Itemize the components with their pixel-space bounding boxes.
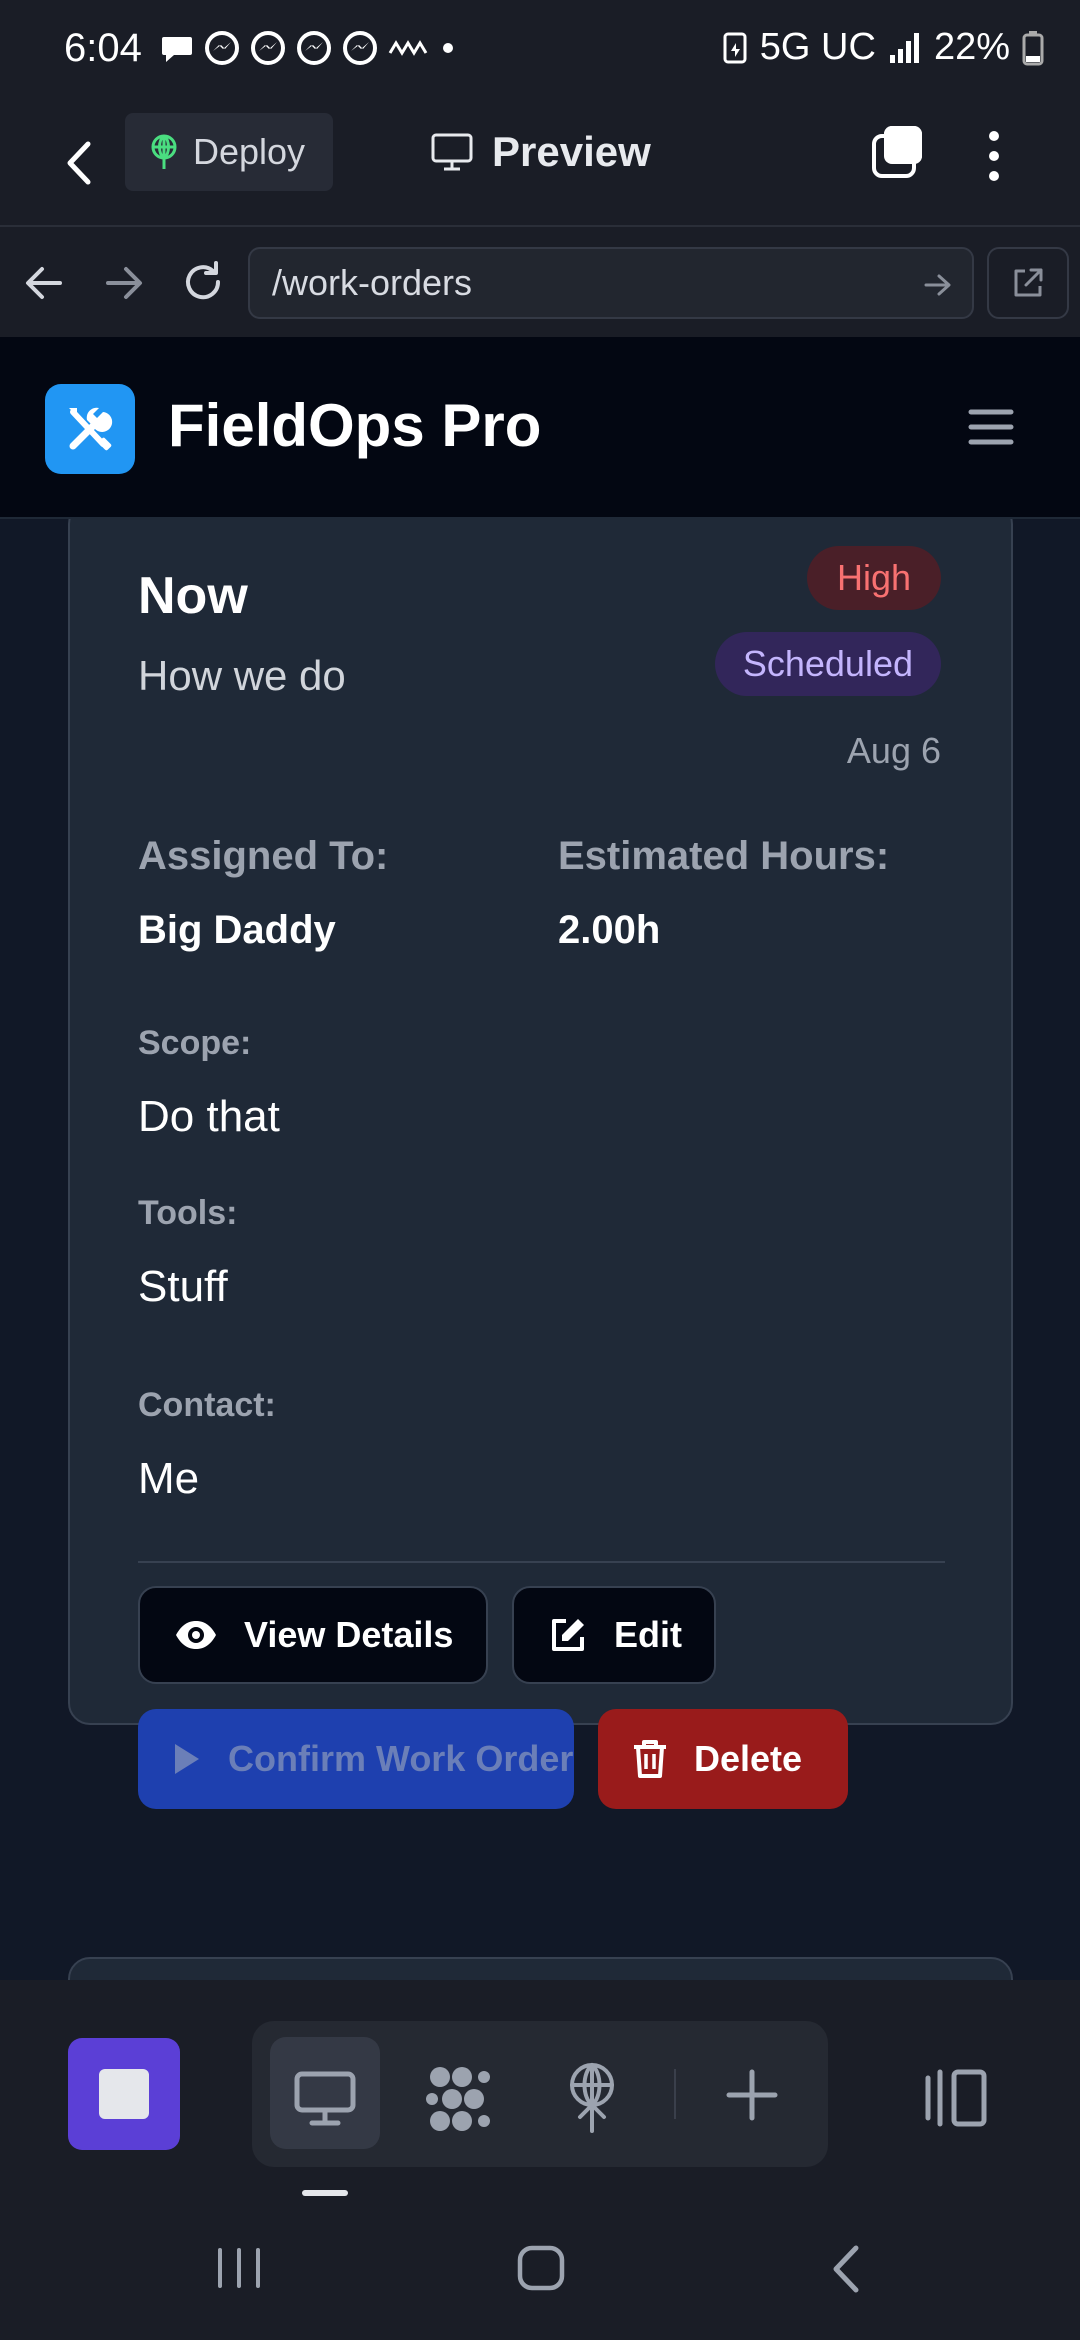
messenger-icon: [205, 31, 239, 65]
assigned-to-value: Big Daddy: [138, 908, 336, 952]
view-details-label: View Details: [244, 1614, 454, 1655]
contact-value: Me: [138, 1454, 200, 1503]
scope-label: Scope:: [138, 1024, 252, 1062]
play-icon: [175, 1744, 199, 1774]
delete-button[interactable]: Delete: [598, 1709, 848, 1809]
scope-value: Do that: [138, 1092, 280, 1141]
messenger-icon: [297, 31, 331, 65]
contact-label: Contact:: [138, 1386, 276, 1424]
battery-saver-icon: [723, 32, 747, 63]
stop-icon: [99, 2069, 149, 2119]
url-text: /work-orders: [272, 262, 473, 303]
edit-icon: [552, 1619, 584, 1651]
tools-icon: [69, 407, 113, 451]
status-time: 6:04: [64, 26, 142, 70]
tools-label: Tools:: [138, 1194, 238, 1232]
work-order-card-next: [68, 1957, 1013, 1980]
open-external-button[interactable]: [987, 247, 1069, 319]
go-arrow-icon[interactable]: [924, 273, 952, 297]
system-back-icon[interactable]: [826, 2244, 866, 2294]
logo: [45, 384, 135, 474]
nav-forward-icon[interactable]: [104, 265, 144, 301]
stop-button[interactable]: [68, 2038, 180, 2150]
estimated-hours-value: 2.00h: [558, 908, 661, 952]
status-bar: 6:04 5G UC 22%: [0, 0, 1080, 100]
webview: Now How we do High Scheduled Aug 6 Assig…: [0, 337, 1080, 1980]
app-bar: Deploy Preview: [0, 100, 1080, 225]
site-header: FieldOps Pro: [0, 337, 1080, 519]
tabs-icon[interactable]: [868, 122, 928, 182]
deploy-button[interactable]: Deploy: [125, 113, 333, 191]
work-order-card: Now How we do High Scheduled Aug 6 Assig…: [68, 502, 1013, 1809]
tools-value: Stuff: [138, 1262, 228, 1311]
url-input[interactable]: /work-orders: [248, 247, 974, 319]
wave-icon: [388, 40, 428, 56]
nav-back-icon[interactable]: [24, 265, 64, 301]
deploy-icon: [151, 134, 177, 169]
back-icon[interactable]: [60, 138, 100, 188]
apps-grid-icon[interactable]: [422, 2063, 494, 2135]
external-link-icon: [1014, 268, 1043, 297]
chat-bubble-icon: [162, 37, 192, 62]
add-icon[interactable]: [726, 2069, 778, 2121]
messenger-icon: [343, 31, 377, 65]
work-order-title: Now: [138, 567, 248, 625]
home-icon[interactable]: [516, 2244, 566, 2292]
messenger-icon: [251, 31, 285, 65]
view-details-button[interactable]: View Details: [138, 1586, 488, 1684]
deploy-label: Deploy: [193, 131, 306, 172]
preview-tab[interactable]: Preview: [430, 128, 651, 176]
more-menu-icon[interactable]: [982, 126, 1006, 186]
battery-percent: 22%: [933, 26, 1010, 68]
work-order-date: Aug 6: [846, 730, 941, 771]
url-bar: /work-orders: [0, 225, 1080, 337]
estimated-hours-label: Estimated Hours:: [558, 834, 890, 878]
monitor-icon: [294, 2071, 356, 2126]
confirm-label: Confirm Work Order: [228, 1738, 574, 1779]
status-badge: Scheduled: [714, 632, 941, 696]
trash-icon: [634, 1740, 666, 1778]
status-right: 5G UC 22%: [722, 26, 1044, 69]
preview-label: Preview: [492, 128, 651, 175]
monitor-icon: [431, 133, 473, 171]
tool-separator: [674, 2069, 676, 2119]
system-nav-bar: [0, 2200, 1080, 2340]
network-type: 5G UC: [759, 26, 876, 68]
edit-label: Edit: [614, 1614, 682, 1655]
assigned-to-label: Assigned To:: [138, 834, 389, 878]
confirm-work-order-button[interactable]: Confirm Work Order: [138, 1709, 574, 1809]
eye-icon: [176, 1621, 216, 1649]
reload-icon[interactable]: [180, 259, 226, 305]
bottom-toolbar: [0, 1980, 1080, 2200]
deploy-tool-icon[interactable]: [564, 2061, 620, 2133]
tool-group: [252, 2021, 828, 2167]
work-order-description: How we do: [138, 652, 346, 699]
delete-label: Delete: [694, 1738, 803, 1779]
recent-apps-icon[interactable]: [214, 2246, 264, 2290]
signal-icon: [889, 32, 919, 63]
hamburger-menu-icon[interactable]: [968, 407, 1014, 447]
edit-button[interactable]: Edit: [512, 1586, 716, 1684]
priority-badge: High: [806, 546, 941, 610]
notification-icons: [160, 30, 458, 66]
site-title: FieldOps Pro: [168, 392, 542, 459]
dot-icon: [443, 43, 453, 53]
battery-icon: [1022, 30, 1044, 65]
layout-switch-icon[interactable]: [922, 2068, 990, 2128]
active-tab-indicator: [302, 2190, 348, 2196]
card-divider: [138, 1561, 945, 1563]
